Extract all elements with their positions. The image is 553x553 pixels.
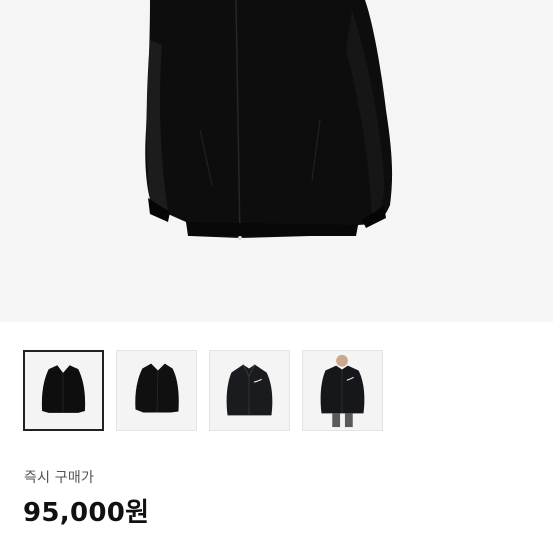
- jacket-photo-icon: [145, 0, 393, 241]
- price-value: 95,000원: [23, 498, 150, 528]
- jacket-side-icon: [135, 363, 179, 413]
- jacket-logo-icon: [226, 364, 273, 416]
- jacket-front-icon: [41, 365, 86, 413]
- jacket-model-icon: [320, 354, 365, 428]
- price-label: 즉시 구매가: [24, 470, 95, 486]
- product-main-image[interactable]: [0, 0, 553, 322]
- thumbnail-strip: [23, 350, 383, 432]
- thumbnail-1[interactable]: [23, 350, 104, 431]
- thumbnail-4[interactable]: [302, 350, 383, 431]
- thumbnail-3[interactable]: [209, 350, 290, 431]
- thumbnail-2[interactable]: [116, 350, 197, 431]
